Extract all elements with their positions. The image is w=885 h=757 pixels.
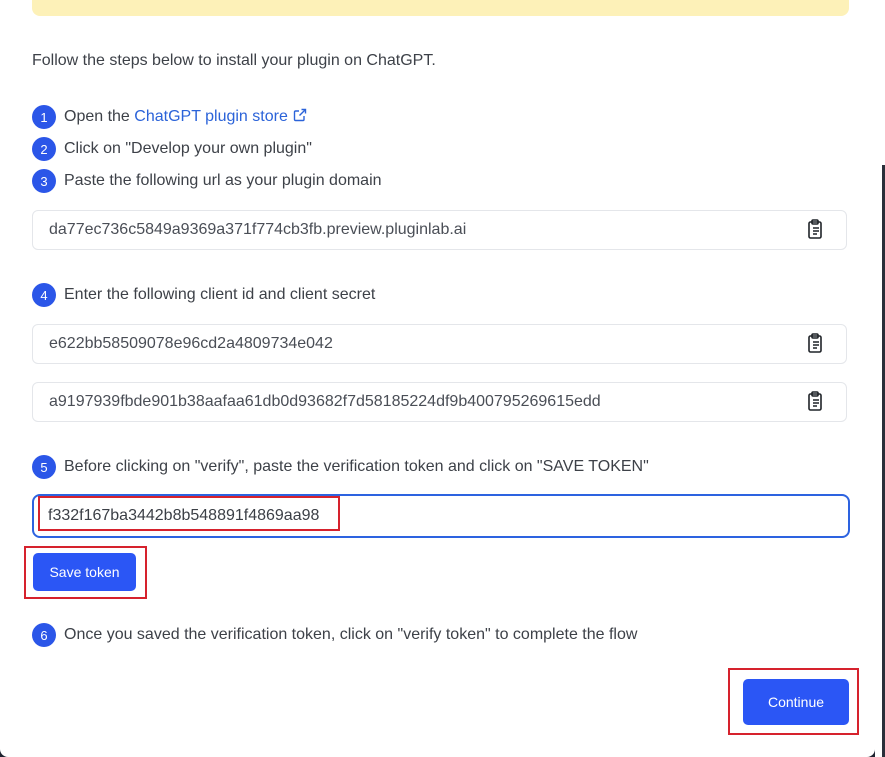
client-id-field: e622bb58509078e96cd2a4809734e042 (32, 324, 847, 364)
highlight-box-token (38, 496, 340, 531)
step-number-badge: 3 (32, 169, 56, 193)
step-5: 5 Before clicking on "verify", paste the… (32, 455, 649, 479)
highlight-box-save (24, 546, 147, 599)
intro-text: Follow the steps below to install your p… (32, 52, 436, 69)
plugin-domain-value: da77ec736c5849a9369a371f774cb3fb.preview… (49, 221, 467, 238)
client-secret-value: a9197939fbde901b38aafaa61db0d93682f7d581… (49, 393, 601, 410)
step-number-badge: 6 (32, 623, 56, 647)
step-2: 2 Click on "Develop your own plugin" (32, 137, 312, 161)
chatgpt-plugin-store-link-label: ChatGPT plugin store (134, 108, 288, 125)
install-plugin-modal: Follow the steps below to install your p… (0, 0, 875, 757)
step-4-text: Enter the following client id and client… (64, 286, 376, 303)
step-3: 3 Paste the following url as your plugin… (32, 169, 382, 193)
step-number-badge: 2 (32, 137, 56, 161)
clipboard-copy-icon[interactable] (804, 332, 826, 356)
notice-banner (32, 0, 849, 16)
highlight-box-continue (728, 668, 859, 735)
step-number-badge: 4 (32, 283, 56, 307)
external-link-icon (293, 108, 307, 122)
step-6-text: Once you saved the verification token, c… (64, 626, 638, 643)
client-id-value: e622bb58509078e96cd2a4809734e042 (49, 335, 333, 352)
step-4: 4 Enter the following client id and clie… (32, 283, 375, 307)
step-6: 6 Once you saved the verification token,… (32, 623, 637, 647)
chatgpt-plugin-store-link[interactable]: ChatGPT plugin store (134, 108, 307, 125)
clipboard-copy-icon[interactable] (804, 218, 826, 242)
plugin-domain-field: da77ec736c5849a9369a371f774cb3fb.preview… (32, 210, 847, 250)
step-number-badge: 1 (32, 105, 56, 129)
clipboard-copy-icon[interactable] (804, 390, 826, 414)
step-2-text: Click on "Develop your own plugin" (64, 140, 312, 157)
step-number-badge: 5 (32, 455, 56, 479)
step-1-text: Open the ChatGPT plugin store (64, 108, 307, 126)
step-5-text: Before clicking on "verify", paste the v… (64, 458, 649, 475)
step-1: 1 Open the ChatGPT plugin store (32, 105, 307, 129)
client-secret-field: a9197939fbde901b38aafaa61db0d93682f7d581… (32, 382, 847, 422)
step-3-text: Paste the following url as your plugin d… (64, 172, 382, 189)
step-1-prefix: Open the (64, 108, 135, 125)
